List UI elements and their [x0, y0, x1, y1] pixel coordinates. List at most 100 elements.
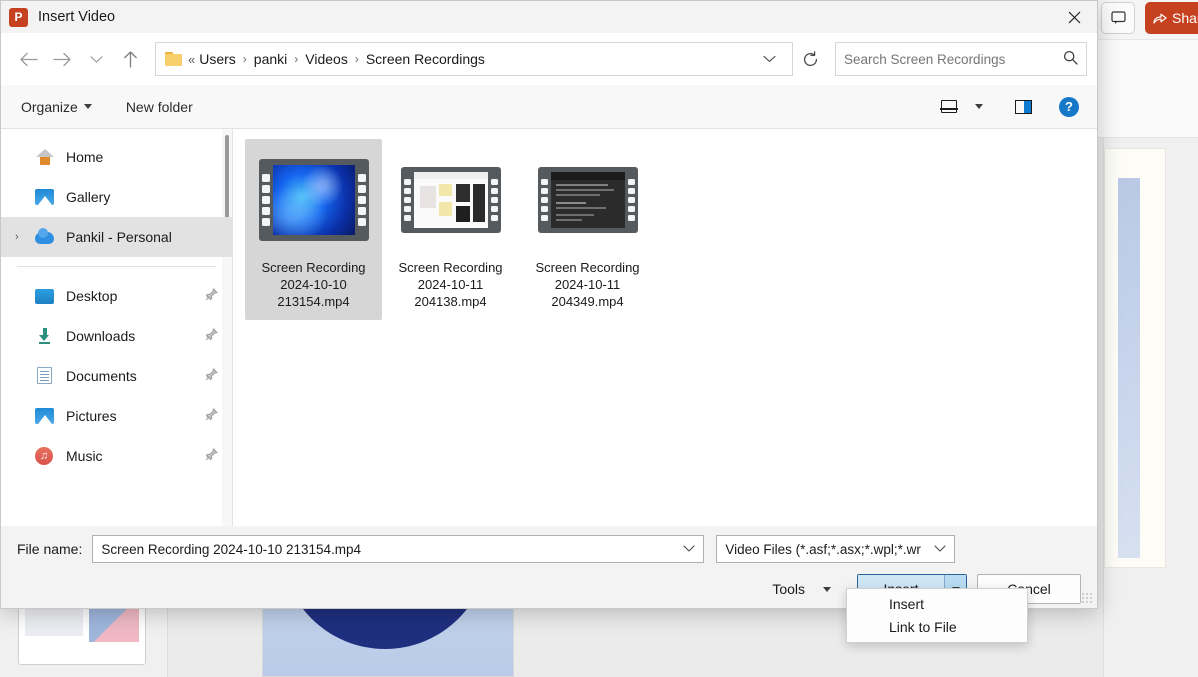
breadcrumb-item-panki[interactable]: panki: [254, 51, 287, 67]
dialog-title: Insert Video: [38, 9, 115, 25]
file-name-value: Screen Recording 2024-10-10 213154.mp4: [101, 542, 361, 557]
sidebar-item-label: Documents: [66, 368, 137, 384]
onedrive-icon: [35, 227, 55, 247]
desktop-icon: [35, 286, 55, 306]
layout-view-icon: [941, 100, 957, 113]
breadcrumb-separator-icon: ›: [355, 52, 359, 66]
up-button[interactable]: [113, 42, 147, 76]
organize-label: Organize: [21, 99, 78, 115]
close-icon: [1068, 11, 1081, 24]
organize-button[interactable]: Organize: [13, 93, 100, 121]
file-type-value: Video Files (*.asf;*.asx;*.wpl;*.wr: [725, 542, 921, 557]
file-list[interactable]: Screen Recording 2024-10-10 213154.mp4: [232, 129, 1097, 526]
file-item[interactable]: Screen Recording 2024-10-10 213154.mp4: [245, 139, 382, 320]
insert-dropdown-menu[interactable]: Insert Link to File: [846, 588, 1028, 643]
preview-pane-button[interactable]: [1007, 92, 1039, 122]
file-name-label: Screen Recording 2024-10-11 204349.mp4: [535, 259, 639, 310]
sidebar-item-label: Music: [66, 448, 103, 464]
chevron-down-icon: [84, 104, 92, 109]
search-icon: [1063, 50, 1078, 68]
sidebar-item-documents[interactable]: Documents: [1, 356, 232, 396]
folder-icon: [165, 52, 182, 66]
breadcrumb-item-screen-recordings[interactable]: Screen Recordings: [366, 51, 485, 67]
file-type-select[interactable]: Video Files (*.asf;*.asx;*.wpl;*.wr: [716, 535, 955, 563]
dialog-body: Home Gallery › Pankil - Personal Desktop: [1, 129, 1097, 526]
sidebar-item-label: Home: [66, 149, 103, 165]
menu-item-link-to-file[interactable]: Link to File: [847, 616, 1027, 639]
home-icon: [35, 147, 55, 167]
tools-label: Tools: [772, 581, 805, 597]
video-filmstrip-icon: [538, 167, 638, 233]
pin-icon[interactable]: [205, 368, 218, 384]
chevron-down-icon: [975, 104, 983, 109]
chevron-down-icon: [823, 587, 831, 592]
close-button[interactable]: [1051, 1, 1097, 33]
pin-icon[interactable]: [205, 448, 218, 464]
insert-video-dialog: P Insert Video: [0, 0, 1098, 609]
video-filmstrip-icon: [259, 159, 369, 241]
share-button[interactable]: Share: [1145, 2, 1198, 34]
file-thumbnail: [538, 147, 638, 253]
sidebar-item-music[interactable]: ♫ Music: [1, 436, 232, 476]
breadcrumb-separator-icon: ›: [243, 52, 247, 66]
video-filmstrip-icon: [401, 167, 501, 233]
search-box[interactable]: Search Screen Recordings: [835, 42, 1087, 76]
view-layout-button[interactable]: [933, 92, 965, 122]
help-icon: ?: [1059, 97, 1079, 117]
breadcrumb-overflow[interactable]: «: [188, 52, 195, 67]
navigation-sidebar[interactable]: Home Gallery › Pankil - Personal Desktop: [1, 129, 232, 526]
breadcrumb-separator-icon: ›: [294, 52, 298, 66]
toolbar-right-group: ?: [933, 92, 1085, 122]
chevron-down-icon[interactable]: [683, 543, 695, 555]
sidebar-item-downloads[interactable]: Downloads: [1, 316, 232, 356]
file-name-input[interactable]: Screen Recording 2024-10-10 213154.mp4: [92, 535, 704, 563]
pin-icon[interactable]: [205, 328, 218, 344]
address-bar[interactable]: « Users › panki › Videos › Screen Record…: [155, 42, 793, 76]
new-folder-button[interactable]: New folder: [118, 93, 201, 121]
sidebar-item-pictures[interactable]: Pictures: [1, 396, 232, 436]
forward-button[interactable]: [45, 42, 79, 76]
sidebar-divider: [17, 266, 216, 267]
file-item[interactable]: Screen Recording 2024-10-11 204138.mp4: [382, 139, 519, 320]
sidebar-item-label: Downloads: [66, 328, 135, 344]
documents-icon: [35, 366, 55, 386]
recent-locations-button[interactable]: [79, 42, 113, 76]
sidebar-item-home[interactable]: Home: [1, 137, 232, 177]
search-input[interactable]: Search Screen Recordings: [844, 52, 1063, 67]
sidebar-item-label: Desktop: [66, 288, 117, 304]
help-button[interactable]: ?: [1053, 92, 1085, 122]
background-slide-strip: [1118, 178, 1140, 558]
view-layout-dropdown[interactable]: [969, 92, 989, 122]
share-icon: [1153, 12, 1167, 25]
help-glyph: ?: [1065, 99, 1073, 114]
file-name-label: Screen Recording 2024-10-10 213154.mp4: [261, 259, 365, 310]
address-dropdown-button[interactable]: [753, 52, 786, 66]
file-name-label: Screen Recording 2024-10-11 204138.mp4: [398, 259, 502, 310]
powerpoint-icon: P: [9, 8, 28, 27]
file-name-row: File name: Screen Recording 2024-10-10 2…: [17, 526, 1081, 572]
sidebar-item-desktop[interactable]: Desktop: [1, 276, 232, 316]
breadcrumb-item-videos[interactable]: Videos: [305, 51, 348, 67]
file-thumbnail: [401, 147, 501, 253]
chevron-down-icon: [763, 55, 776, 63]
menu-item-insert[interactable]: Insert: [847, 593, 1027, 616]
pin-icon[interactable]: [205, 288, 218, 304]
resize-grip-icon[interactable]: [1081, 592, 1093, 604]
back-button[interactable]: [11, 42, 45, 76]
comment-button[interactable]: [1101, 2, 1135, 34]
comment-icon: [1111, 11, 1126, 25]
breadcrumb-item-users[interactable]: Users: [199, 51, 236, 67]
file-item[interactable]: Screen Recording 2024-10-11 204349.mp4: [519, 139, 656, 320]
sidebar-item-pankil-personal[interactable]: › Pankil - Personal: [1, 217, 232, 257]
chevron-down-icon: [90, 55, 103, 64]
file-thumbnail: [259, 147, 369, 253]
arrow-left-icon: [19, 52, 38, 67]
sidebar-item-label: Pankil - Personal: [66, 229, 172, 245]
tools-button[interactable]: Tools: [764, 576, 839, 602]
share-button-label: Share: [1172, 10, 1198, 26]
refresh-button[interactable]: [793, 42, 827, 76]
chevron-right-icon[interactable]: ›: [15, 231, 19, 243]
sidebar-item-gallery[interactable]: Gallery: [1, 177, 232, 217]
chevron-down-icon[interactable]: [930, 543, 946, 555]
pin-icon[interactable]: [205, 408, 218, 424]
